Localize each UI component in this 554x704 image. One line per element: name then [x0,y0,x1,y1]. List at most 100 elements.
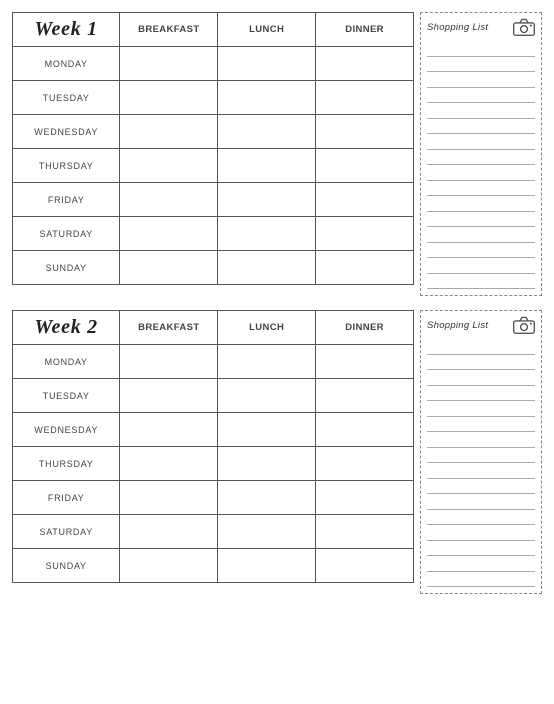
shopping-line[interactable] [427,89,535,103]
lunch-cell[interactable] [218,183,316,217]
shopping-title: Shopping List [427,22,488,33]
day-label: Monday [13,47,120,81]
breakfast-cell[interactable] [120,515,218,549]
dinner-cell[interactable] [316,481,414,515]
shopping-line[interactable] [427,372,535,386]
week-section-2: Week 2BreakfastLunchDinnerMondayTuesdayW… [12,310,542,594]
col-header-breakfast: Breakfast [120,13,218,47]
shopping-line[interactable] [427,387,535,401]
shopping-line[interactable] [427,151,535,165]
shopping-panel-2: Shopping List [420,310,542,594]
breakfast-cell[interactable] [120,81,218,115]
shopping-line[interactable] [427,449,535,463]
lunch-cell[interactable] [218,345,316,379]
breakfast-cell[interactable] [120,549,218,583]
shopping-line[interactable] [427,213,535,227]
day-label: Saturday [13,217,120,251]
shopping-line[interactable] [427,260,535,274]
breakfast-cell[interactable] [120,379,218,413]
shopping-line[interactable] [427,136,535,150]
col-header-dinner: Dinner [316,13,414,47]
camera-icon [513,316,535,334]
lunch-cell[interactable] [218,149,316,183]
dinner-cell[interactable] [316,379,414,413]
breakfast-cell[interactable] [120,345,218,379]
shopping-line[interactable] [427,496,535,510]
lunch-cell[interactable] [218,251,316,285]
day-label: Friday [13,481,120,515]
day-label: Monday [13,345,120,379]
dinner-cell[interactable] [316,149,414,183]
breakfast-cell[interactable] [120,447,218,481]
shopping-lines [427,340,535,588]
shopping-line[interactable] [427,198,535,212]
shopping-line[interactable] [427,403,535,417]
shopping-line[interactable] [427,341,535,355]
shopping-line[interactable] [427,480,535,494]
dinner-cell[interactable] [316,47,414,81]
week-section-1: Week 1BreakfastLunchDinnerMondayTuesdayW… [12,12,542,296]
shopping-line[interactable] [427,182,535,196]
breakfast-cell[interactable] [120,183,218,217]
shopping-title: Shopping List [427,320,488,331]
dinner-cell[interactable] [316,251,414,285]
dinner-cell[interactable] [316,515,414,549]
day-label: Thursday [13,149,120,183]
breakfast-cell[interactable] [120,251,218,285]
lunch-cell[interactable] [218,217,316,251]
breakfast-cell[interactable] [120,481,218,515]
dinner-cell[interactable] [316,413,414,447]
shopping-line[interactable] [427,542,535,556]
shopping-line[interactable] [427,558,535,572]
shopping-line[interactable] [427,511,535,525]
shopping-line[interactable] [427,244,535,258]
shopping-line[interactable] [427,275,535,289]
breakfast-cell[interactable] [120,149,218,183]
shopping-line[interactable] [427,120,535,134]
shopping-line[interactable] [427,418,535,432]
dinner-cell[interactable] [316,115,414,149]
lunch-cell[interactable] [218,481,316,515]
shopping-line[interactable] [427,43,535,57]
lunch-cell[interactable] [218,115,316,149]
day-label: Sunday [13,549,120,583]
lunch-cell[interactable] [218,81,316,115]
shopping-line[interactable] [427,74,535,88]
dinner-cell[interactable] [316,549,414,583]
table-row: Tuesday [13,379,414,413]
shopping-line[interactable] [427,167,535,181]
dinner-cell[interactable] [316,345,414,379]
lunch-cell[interactable] [218,379,316,413]
table-row: Sunday [13,549,414,583]
day-label: Sunday [13,251,120,285]
lunch-cell[interactable] [218,515,316,549]
lunch-cell[interactable] [218,447,316,481]
day-label: Tuesday [13,81,120,115]
col-header-breakfast: Breakfast [120,311,218,345]
table-row: Saturday [13,515,414,549]
dinner-cell[interactable] [316,217,414,251]
dinner-cell[interactable] [316,183,414,217]
dinner-cell[interactable] [316,81,414,115]
table-row: Friday [13,481,414,515]
breakfast-cell[interactable] [120,413,218,447]
shopping-line[interactable] [427,527,535,541]
day-label: Thursday [13,447,120,481]
breakfast-cell[interactable] [120,217,218,251]
table-row: Wednesday [13,413,414,447]
lunch-cell[interactable] [218,413,316,447]
shopping-line[interactable] [427,434,535,448]
lunch-cell[interactable] [218,47,316,81]
dinner-cell[interactable] [316,447,414,481]
lunch-cell[interactable] [218,549,316,583]
week-label-2: Week 2 [13,311,120,345]
breakfast-cell[interactable] [120,115,218,149]
shopping-line[interactable] [427,58,535,72]
shopping-line[interactable] [427,573,535,587]
shopping-line[interactable] [427,356,535,370]
shopping-line[interactable] [427,229,535,243]
shopping-line[interactable] [427,465,535,479]
planner-wrapper: Week 1BreakfastLunchDinnerMondayTuesdayW… [12,12,542,594]
breakfast-cell[interactable] [120,47,218,81]
shopping-line[interactable] [427,105,535,119]
